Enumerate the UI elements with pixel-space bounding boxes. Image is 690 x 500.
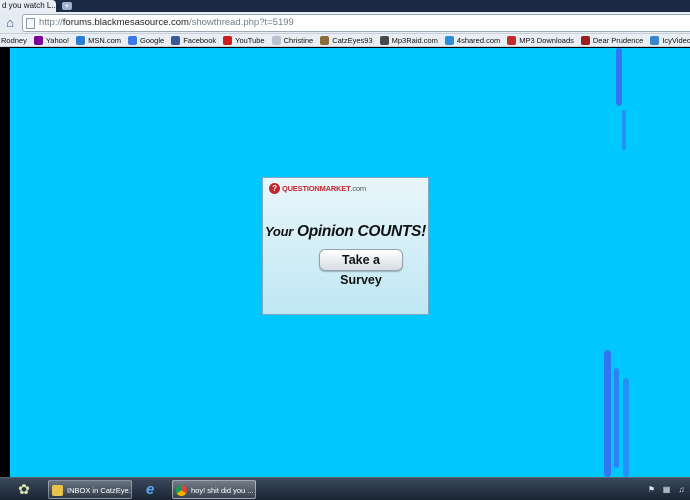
mp3-downloads-icon (507, 35, 517, 45)
taskbar: ✿ INBOX in CatzEye... e hoy! shit did yo… (0, 477, 690, 500)
msn-icon (76, 35, 86, 45)
internet-explorer-icon: e (146, 481, 155, 498)
bookmark-label: Dear Prudence (592, 35, 644, 45)
decorative-streak (623, 378, 629, 477)
taskbar-item-label: hoy! shit did you ... (191, 486, 254, 495)
bookmark-label: Christine (283, 35, 314, 45)
bookmark-item[interactable]: CatzEyes93 (320, 35, 373, 45)
url-path: /showthread.php?t=5199 (188, 17, 294, 28)
bookmark-item[interactable]: 4shared.com (444, 35, 501, 45)
bookmark-label: Facebook (183, 35, 217, 45)
address-bar[interactable]: http://forums.blackmesasource.com/showth… (22, 14, 690, 32)
decorative-streak (604, 350, 611, 477)
bookmark-item[interactable]: Facebook (171, 35, 217, 45)
flag-icon[interactable]: ⚑ (647, 485, 656, 494)
take-survey-button[interactable]: Take a Survey (319, 249, 403, 287)
bookmark-label: Google (140, 35, 165, 45)
dear-prudence-icon (580, 35, 590, 45)
mp3raid-icon (379, 35, 389, 45)
bookmark-label: YouTube (235, 35, 265, 45)
bookmark-label: Mp3Raid.com (391, 35, 438, 45)
headline-part1: Your (265, 224, 293, 239)
system-tray: ⚑ ▦ ♫ (641, 483, 686, 495)
taskbar-item-label: INBOX in CatzEye... (67, 486, 132, 495)
bookmark-label: Yahoo! (45, 35, 70, 45)
mail-icon (52, 485, 63, 496)
bookmark-item[interactable]: YouTube (223, 35, 265, 45)
network-icon[interactable]: ▦ (662, 485, 671, 494)
bookmark-label: CatzEyes93 (332, 35, 373, 45)
icyvideo-icon (650, 35, 660, 45)
taskbar-item-chrome[interactable]: hoy! shit did you ... (172, 480, 256, 499)
bookmark-label: Rodney (1, 35, 27, 45)
url-text[interactable]: http://forums.blackmesasource.com/showth… (39, 15, 294, 31)
url-scheme: http:// (39, 17, 63, 28)
bookmark-label: MP3 Downloads (519, 35, 574, 45)
headline-part2: Opinion COUNTS! (297, 223, 426, 240)
bookmark-item[interactable]: Christine (271, 35, 314, 45)
bookmark-item[interactable]: Dear Prudence (580, 35, 644, 45)
ad-headline: Your Opinion COUNTS! (263, 223, 428, 241)
home-icon[interactable]: ⌂ (3, 16, 17, 30)
brand-suffix: .com (350, 184, 366, 193)
bookmark-item[interactable]: Rodney (1, 36, 27, 45)
page-icon (271, 35, 281, 45)
taskbar-item-internet-explorer[interactable]: e (138, 480, 168, 499)
tab-title: d you watch L... (2, 1, 56, 10)
decorative-streak (616, 48, 622, 106)
bookmark-item[interactable]: Yahoo! (33, 35, 70, 45)
volume-icon[interactable]: ♫ (677, 485, 686, 494)
survey-ad-banner[interactable]: ? QUESTIONMARKET .com Your Opinion COUNTS… (262, 177, 429, 315)
google-icon (128, 35, 137, 45)
start-icon[interactable]: ✿ (14, 480, 34, 499)
chrome-icon (176, 485, 187, 496)
decorative-streak (622, 110, 626, 150)
bookmark-item[interactable]: MSN.com (76, 35, 121, 45)
page-icon (26, 18, 35, 29)
page-background: ? QUESTIONMARKET .com Your Opinion COUNTS… (10, 48, 690, 477)
bookmark-label: MSN.com (88, 35, 121, 45)
cat-icon (320, 35, 330, 45)
bookmark-label: 4shared.com (456, 35, 501, 45)
bookmark-item[interactable]: Google (128, 35, 165, 45)
navigation-bar: ⌂ http://forums.blackmesasource.com/show… (0, 12, 690, 34)
yahoo-icon (33, 35, 43, 45)
browser-tab[interactable]: d you watch L... (0, 0, 56, 12)
facebook-icon (171, 35, 181, 45)
bookmark-item[interactable]: MP3 Downloads (507, 35, 574, 45)
bookmark-label: IcyVideo (662, 35, 690, 45)
brand-name: QUESTIONMARKET (282, 184, 351, 193)
new-tab-button[interactable]: + (62, 2, 72, 11)
decorative-streak (614, 368, 619, 468)
bookmark-item[interactable]: Mp3Raid.com (379, 35, 438, 45)
url-host: forums.blackmesasource.com (62, 17, 189, 28)
page-viewport: ? QUESTIONMARKET .com Your Opinion COUNTS… (0, 48, 690, 477)
tab-strip: d you watch L... + (0, 0, 690, 12)
bookmarks-bar: Rodney Yahoo! MSN.com Google Facebook YouTube… (0, 34, 690, 47)
youtube-icon (223, 35, 233, 45)
4shared-icon (444, 35, 454, 45)
questionmarket-logo: ? QUESTIONMARKET .com (269, 183, 366, 194)
question-mark-icon: ? (269, 183, 280, 194)
taskbar-item-mail[interactable]: INBOX in CatzEye... (48, 480, 132, 499)
bookmark-item[interactable]: IcyVideo (650, 35, 690, 45)
